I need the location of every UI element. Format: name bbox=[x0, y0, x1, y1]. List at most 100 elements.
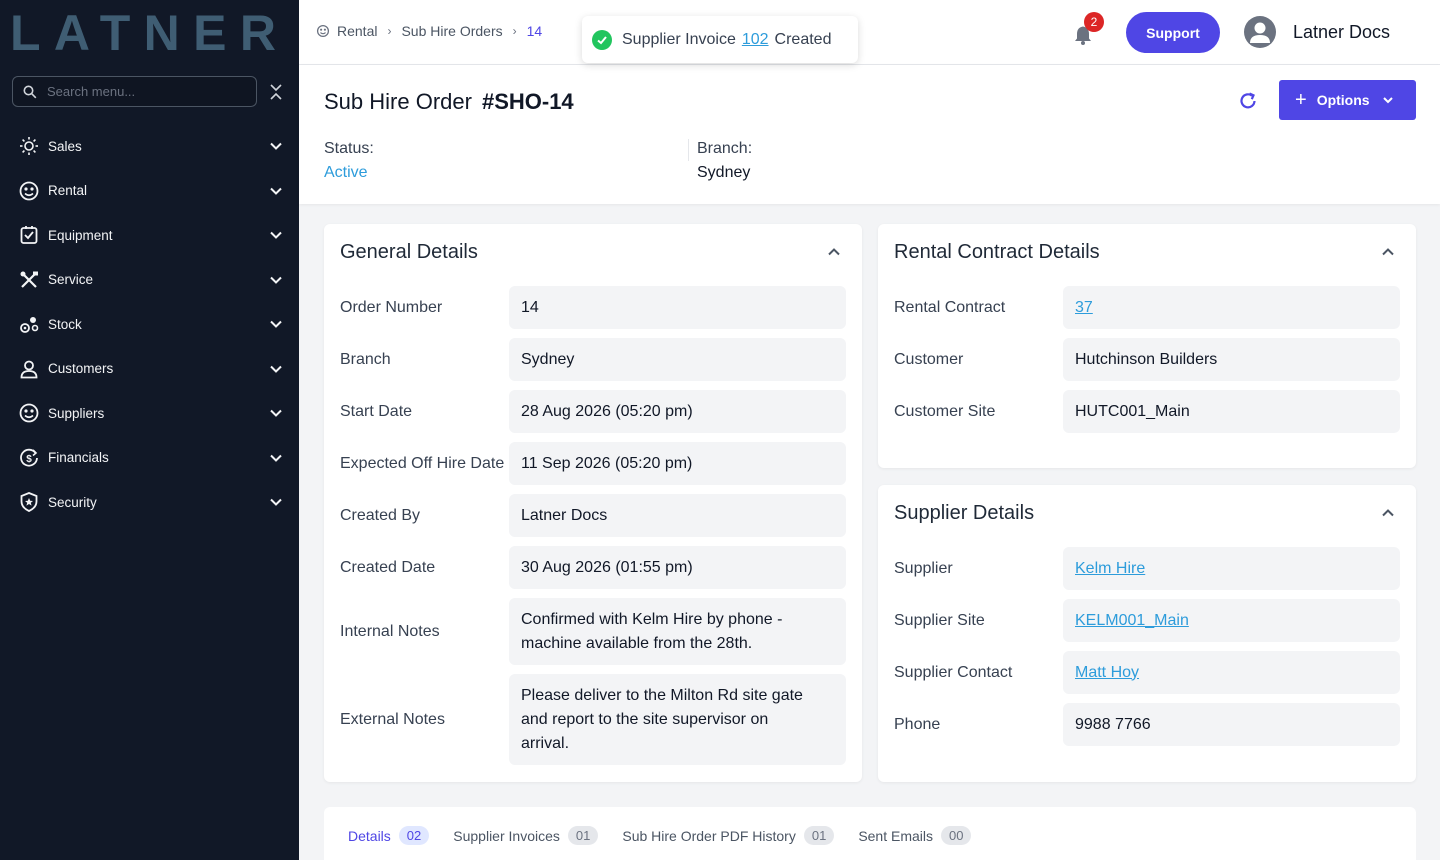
field-value: 9988 7766 bbox=[1063, 703, 1400, 746]
chevron-right-icon: › bbox=[387, 24, 392, 38]
field-label: Supplier Contact bbox=[894, 663, 1013, 681]
chevron-down-icon bbox=[270, 499, 282, 507]
card-title: Rental Contract Details bbox=[894, 241, 1100, 263]
field-value: Kelm Hire bbox=[1063, 547, 1400, 590]
tab-count-badge: 02 bbox=[398, 826, 430, 845]
options-label: Options bbox=[1316, 92, 1370, 108]
field-value: Latner Docs bbox=[509, 494, 846, 537]
tab-bar: Details 02 Supplier Invoices 01 Sub Hire… bbox=[348, 826, 995, 845]
sidebar-item-equipment[interactable]: Equipment bbox=[0, 213, 299, 258]
plus-icon: + bbox=[1295, 89, 1307, 111]
field-label: External Notes bbox=[340, 710, 445, 728]
sidebar-item-security[interactable]: Security bbox=[0, 480, 299, 525]
tab-sent-emails[interactable]: Sent Emails 00 bbox=[858, 826, 972, 845]
field-value: Please deliver to the Milton Rd site gat… bbox=[509, 674, 846, 765]
field-value: KELM001_Main bbox=[1063, 599, 1400, 642]
sidebar-item-service[interactable]: Service bbox=[0, 258, 299, 303]
field-external-notes: External Notes Please deliver to the Mil… bbox=[340, 674, 846, 765]
sidebar-nav: Sales Rental Equipment Service Stock Cus… bbox=[0, 124, 299, 525]
avatar[interactable] bbox=[1244, 16, 1276, 48]
status-block: Status: Active bbox=[324, 140, 374, 182]
sidebar-item-customers[interactable]: Customers bbox=[0, 347, 299, 392]
tab-pdf-history[interactable]: Sub Hire Order PDF History 01 bbox=[622, 826, 835, 845]
field-label: Rental Contract bbox=[894, 298, 1006, 316]
sidebar-item-label: Customers bbox=[48, 361, 114, 377]
supplier-site-link[interactable]: KELM001_Main bbox=[1075, 609, 1189, 633]
security-icon bbox=[18, 491, 40, 513]
field-label: Supplier bbox=[894, 559, 953, 577]
breadcrumb-current: 14 bbox=[526, 23, 543, 39]
field-value: 28 Aug 2026 (05:20 pm) bbox=[509, 390, 846, 433]
breadcrumb-sub-hire-orders[interactable]: Sub Hire Orders bbox=[401, 23, 502, 39]
card-title: General Details bbox=[340, 241, 478, 263]
chevron-down-icon bbox=[270, 187, 282, 195]
sidebar-item-label: Equipment bbox=[48, 227, 113, 243]
options-button[interactable]: + Options bbox=[1279, 80, 1416, 120]
sidebar-item-label: Stock bbox=[48, 316, 82, 332]
page-header: Sub Hire Order #SHO-14 + Options Status: … bbox=[299, 65, 1440, 204]
field-label: Branch bbox=[340, 350, 391, 368]
divider bbox=[688, 139, 689, 161]
suppliers-icon bbox=[18, 402, 40, 424]
general-details-card: General Details Order Number 14 Branch S… bbox=[324, 224, 862, 782]
field-customer-site: Customer Site HUTC001_Main bbox=[894, 390, 1400, 433]
sidebar-item-stock[interactable]: Stock bbox=[0, 302, 299, 347]
equipment-icon bbox=[18, 224, 40, 246]
chevron-down-icon bbox=[270, 232, 282, 240]
sidebar-item-sales[interactable]: Sales bbox=[0, 124, 299, 169]
search-input[interactable] bbox=[47, 84, 237, 99]
sidebar-item-rental[interactable]: Rental bbox=[0, 169, 299, 214]
rental-icon bbox=[18, 180, 40, 202]
sidebar-item-label: Sales bbox=[48, 138, 82, 154]
sidebar-item-suppliers[interactable]: Suppliers bbox=[0, 391, 299, 436]
field-label: Start Date bbox=[340, 402, 413, 420]
tab-count-badge: 01 bbox=[803, 826, 835, 845]
field-order-number: Order Number 14 bbox=[340, 286, 846, 329]
field-label: Internal Notes bbox=[340, 622, 440, 640]
sidebar-item-label: Security bbox=[48, 494, 97, 510]
status-value: Active bbox=[324, 164, 368, 181]
field-label: Phone bbox=[894, 715, 941, 733]
user-name[interactable]: Latner Docs bbox=[1293, 22, 1390, 43]
field-label: Created Date bbox=[340, 558, 436, 576]
tabs-card: Details 02 Supplier Invoices 01 Sub Hire… bbox=[324, 807, 1416, 860]
tab-count-badge: 00 bbox=[941, 826, 972, 845]
toast-prefix: Supplier Invoice bbox=[622, 30, 736, 48]
refresh-icon[interactable] bbox=[1237, 90, 1259, 112]
tab-details[interactable]: Details 02 bbox=[348, 826, 430, 845]
chevron-up-icon[interactable] bbox=[1380, 244, 1396, 260]
chevron-down-icon bbox=[270, 276, 282, 284]
collapse-menu-icon[interactable] bbox=[268, 82, 284, 102]
supplier-link[interactable]: Kelm Hire bbox=[1075, 557, 1145, 581]
chevron-down-icon bbox=[270, 143, 282, 151]
svg-text:LATNER: LATNER bbox=[10, 10, 278, 54]
notification-count-badge: 2 bbox=[1084, 12, 1104, 32]
page-title-label: Sub Hire Order bbox=[324, 89, 472, 114]
latner-logo[interactable]: LATNER bbox=[10, 10, 280, 54]
tab-count-badge: 01 bbox=[567, 826, 599, 845]
field-value: 30 Aug 2026 (01:55 pm) bbox=[509, 546, 846, 589]
sidebar-item-label: Rental bbox=[48, 183, 88, 199]
svg-text:$: $ bbox=[26, 454, 32, 465]
breadcrumb-rental[interactable]: Rental bbox=[337, 23, 377, 39]
menu-search[interactable] bbox=[12, 76, 257, 107]
toast-invoice-link[interactable]: 102 bbox=[742, 31, 769, 49]
sidebar-item-financials[interactable]: $ Financials bbox=[0, 436, 299, 481]
field-supplier-site: Supplier Site KELM001_Main bbox=[894, 599, 1400, 642]
field-value: Confirmed with Kelm Hire by phone - mach… bbox=[509, 598, 846, 665]
support-button[interactable]: Support bbox=[1126, 12, 1220, 53]
tab-label: Sub Hire Order PDF History bbox=[622, 827, 796, 844]
field-rental-contract: Rental Contract 37 bbox=[894, 286, 1400, 329]
sidebar: LATNER Sales Rental Equipment Service bbox=[0, 0, 299, 860]
tab-supplier-invoices[interactable]: Supplier Invoices 01 bbox=[453, 826, 599, 845]
tab-label: Supplier Invoices bbox=[453, 827, 560, 844]
sidebar-item-label: Service bbox=[48, 272, 94, 288]
rental-contract-link[interactable]: 37 bbox=[1075, 296, 1093, 320]
chevron-up-icon[interactable] bbox=[826, 244, 842, 260]
chevron-up-icon[interactable] bbox=[1380, 505, 1396, 521]
tab-label: Details bbox=[348, 827, 391, 844]
supplier-contact-link[interactable]: Matt Hoy bbox=[1075, 661, 1139, 685]
field-supplier-contact: Supplier Contact Matt Hoy bbox=[894, 651, 1400, 694]
field-value: 37 bbox=[1063, 286, 1400, 329]
supplier-details-card: Supplier Details Supplier Kelm Hire Supp… bbox=[878, 485, 1416, 782]
